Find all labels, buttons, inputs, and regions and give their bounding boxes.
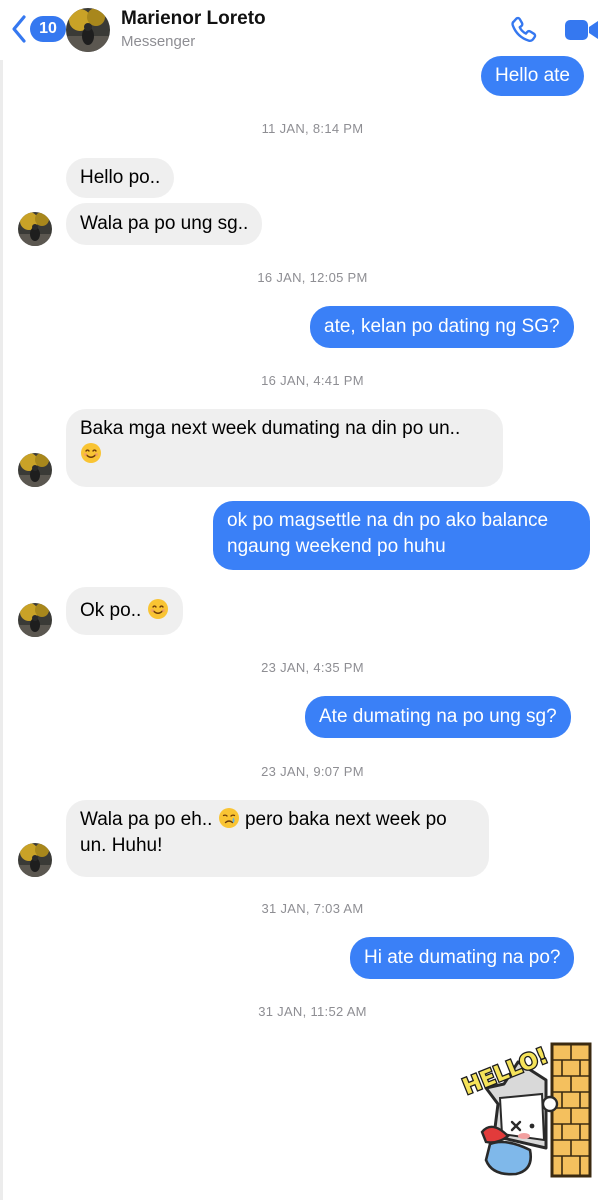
crying-face-emoji-icon [218, 808, 239, 828]
chevron-left-icon [12, 15, 26, 43]
outgoing-message[interactable]: ok po magsettle na dn po ako balance nga… [213, 501, 590, 570]
message-emoji-line [80, 442, 489, 468]
sender-avatar[interactable] [18, 453, 52, 487]
phone-icon[interactable] [508, 14, 540, 46]
incoming-message[interactable]: Hello po.. [66, 158, 175, 198]
outgoing-message[interactable]: Ate dumating na po ung sg? [305, 696, 571, 738]
timestamp: 16 JAN, 4:41 PM [261, 373, 364, 388]
contact-subtitle: Messenger [121, 33, 196, 50]
timestamp: 16 JAN, 12:05 PM [257, 270, 368, 285]
message-text-part: pero baka next week po [244, 809, 447, 830]
message-text: Ate dumating na po ung sg? [319, 706, 557, 727]
smiling-face-emoji-icon [147, 599, 168, 619]
timestamp: 23 JAN, 4:35 PM [261, 660, 364, 675]
contact-name: Marienor Loreto [121, 8, 266, 29]
timestamp: 11 JAN, 8:14 PM [261, 121, 364, 136]
incoming-message[interactable]: Wala pa po ung sg.. [66, 203, 263, 245]
message-text-line-2: ngaung weekend po huhu [227, 536, 446, 557]
contact-avatar[interactable] [66, 8, 110, 52]
message-text: Wala pa po ung sg.. [80, 213, 249, 234]
incoming-message[interactable]: Wala pa po eh.. pero baka next week po u… [66, 800, 489, 877]
message-text: Baka mga next week dumating na din po un… [80, 418, 461, 439]
back-button[interactable]: 10 [8, 14, 66, 44]
sender-avatar[interactable] [18, 212, 52, 246]
incoming-message[interactable]: Baka mga next week dumating na din po un… [66, 409, 503, 487]
message-text-line-2: un. Huhu! [80, 835, 163, 856]
message-text-part: Wala pa po eh.. [80, 809, 213, 830]
message-text-line-1: Wala pa po eh.. pero baka next week po [80, 807, 475, 833]
message-text: Ok po.. [80, 600, 142, 621]
timestamp: 31 JAN, 7:03 AM [261, 901, 364, 916]
left-edge [0, 0, 3, 1200]
smiling-face-emoji-icon [81, 443, 101, 463]
incoming-message[interactable]: Ok po.. [66, 587, 183, 635]
timestamp: 31 JAN, 11:52 AM [258, 1004, 367, 1019]
message-text: Hello ate [495, 65, 570, 86]
message-text-line-1: ok po magsettle na dn po ako balance [227, 510, 549, 531]
timestamp: 23 JAN, 9:07 PM [261, 764, 364, 779]
outgoing-message[interactable]: Hello ate [481, 56, 584, 96]
message-text: ate, kelan po dating ng SG? [324, 316, 560, 337]
sender-avatar[interactable] [18, 843, 52, 877]
outgoing-message[interactable]: ate, kelan po dating ng SG? [310, 306, 574, 348]
sender-avatar[interactable] [18, 603, 52, 637]
hello-sticker-icon[interactable]: HELLO! [446, 1040, 594, 1180]
video-camera-icon[interactable] [564, 17, 600, 43]
message-text: Hi ate dumating na po? [364, 947, 561, 968]
message-text: Hello po.. [80, 167, 161, 188]
unread-count-badge: 10 [30, 16, 66, 42]
outgoing-message[interactable]: Hi ate dumating na po? [350, 937, 575, 979]
chat-header: 10 Marienor Loreto Messenger [0, 0, 605, 60]
